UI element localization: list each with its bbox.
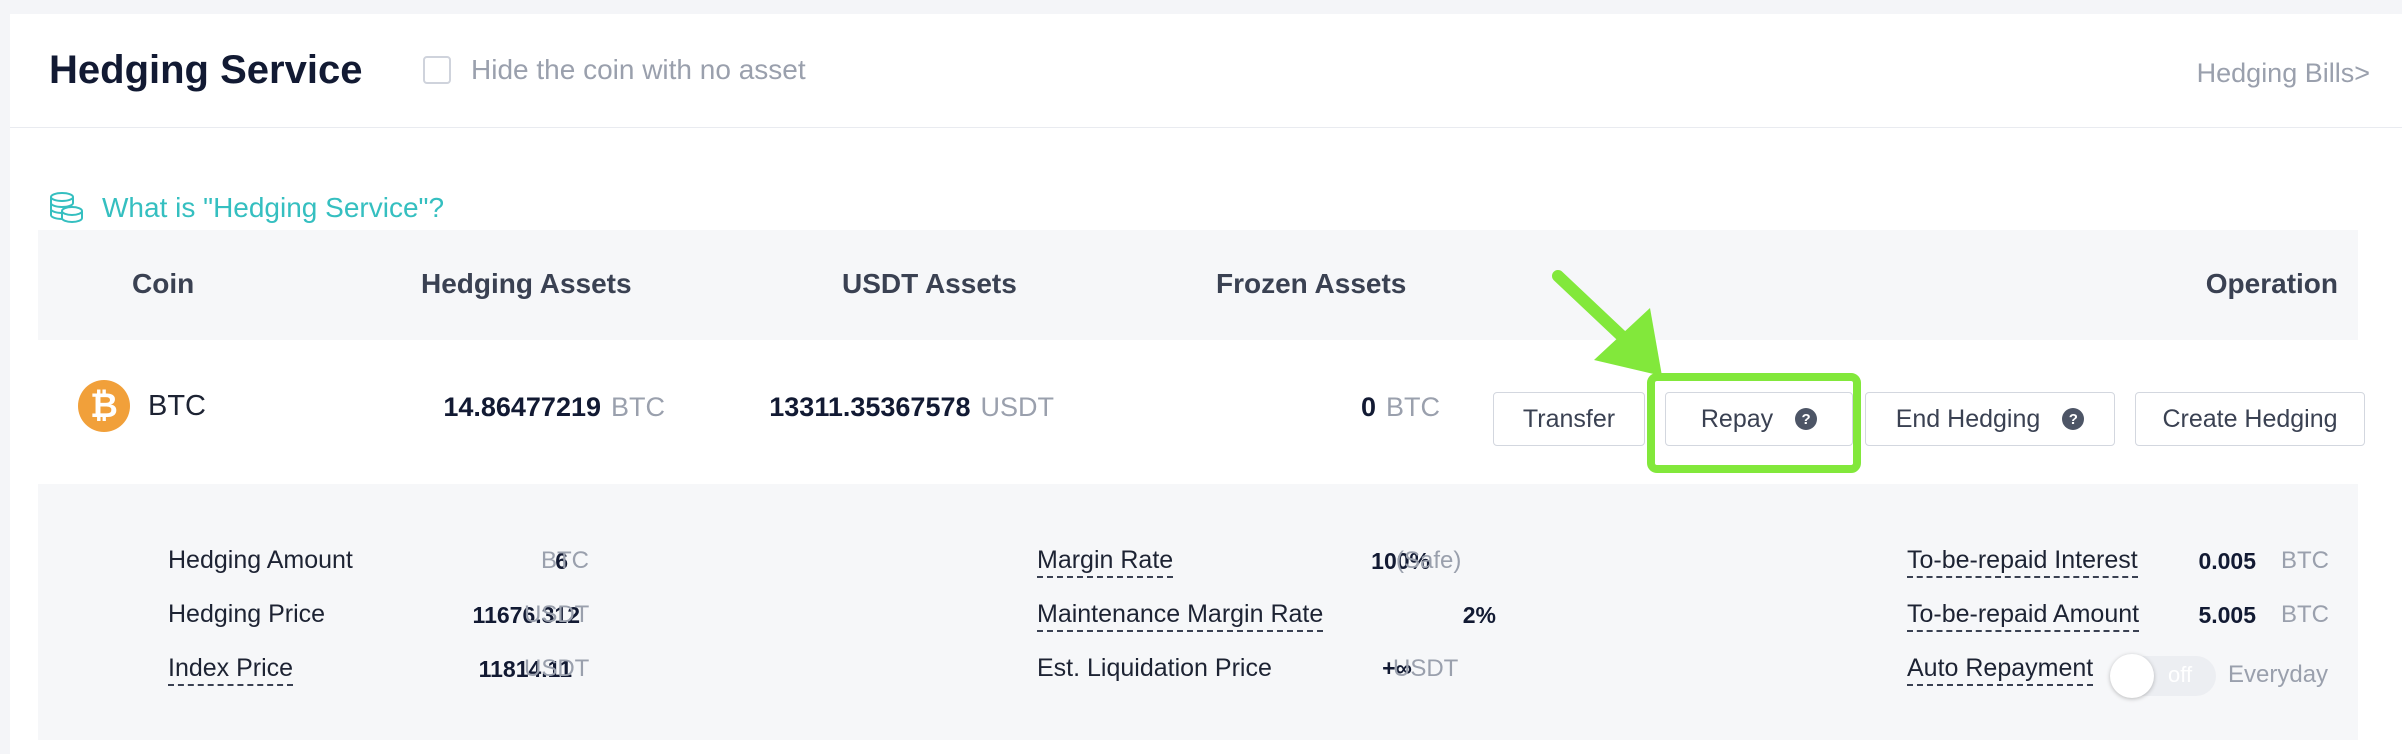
bitcoin-icon: ₿ bbox=[78, 380, 130, 432]
hedging-price-label: Hedging Price bbox=[168, 600, 326, 628]
auto-repayment-label[interactable]: Auto Repayment bbox=[1907, 654, 2094, 686]
hedging-assets-cell: 14.86477219 BTC bbox=[443, 392, 665, 423]
index-price-unit: USDT bbox=[524, 655, 590, 682]
end-hedging-button[interactable]: End Hedging ? bbox=[1865, 392, 2115, 446]
frozen-assets-unit: BTC bbox=[1386, 392, 1440, 422]
coins-stack-icon bbox=[50, 192, 83, 224]
est-liquidation-price-label: Est. Liquidation Price bbox=[1037, 654, 1272, 682]
hedging-bills-link[interactable]: Hedging Bills> bbox=[2197, 58, 2370, 89]
table-row: ₿ BTC 14.86477219 BTC 13311.35367578 USDT … bbox=[38, 340, 2365, 470]
to-be-repaid-amount-unit: BTC bbox=[2281, 601, 2329, 628]
frozen-assets-cell: 0 BTC bbox=[1361, 392, 1440, 423]
to-be-repaid-interest-label[interactable]: To-be-repaid Interest bbox=[1907, 546, 2138, 578]
to-be-repaid-interest-value: 0.005 bbox=[2198, 548, 2256, 574]
page-header: Hedging Service Hide the coin with no as… bbox=[10, 14, 2402, 128]
to-be-repaid-interest-unit: BTC bbox=[2281, 547, 2329, 574]
hedging-assets-unit: BTC bbox=[611, 392, 665, 422]
to-be-repaid-amount-label[interactable]: To-be-repaid Amount bbox=[1907, 600, 2140, 632]
toggle-state-text: off bbox=[2168, 662, 2193, 687]
maintenance-margin-rate-value: 2% bbox=[1462, 602, 1496, 628]
hide-empty-coins-toggle[interactable]: Hide the coin with no asset bbox=[423, 54, 806, 86]
what-is-hedging-link[interactable]: What is "Hedging Service"? bbox=[48, 190, 444, 226]
auto-repayment-toggle[interactable]: off bbox=[2110, 654, 2216, 698]
usdt-assets-value: 13311.35367578 bbox=[769, 392, 971, 422]
transfer-button[interactable]: Transfer bbox=[1493, 392, 1645, 446]
coin-name: BTC bbox=[148, 390, 206, 422]
col-coin: Coin bbox=[132, 268, 195, 299]
col-usdt-assets: USDT Assets bbox=[842, 268, 1017, 299]
col-frozen-assets: Frozen Assets bbox=[1216, 268, 1407, 299]
hedging-details-panel: Hedging Amount 6 BTC Hedging Price 11676… bbox=[38, 484, 2358, 740]
hedging-amount-label: Hedging Amount bbox=[168, 546, 353, 574]
col-operation: Operation bbox=[2205, 268, 2338, 299]
end-hedging-help-icon[interactable]: ? bbox=[2062, 408, 2085, 430]
what-is-hedging-text: What is "Hedging Service"? bbox=[102, 192, 445, 223]
create-hedging-button[interactable]: Create Hedging bbox=[2135, 392, 2365, 446]
table-header: Coin Hedging Assets USDT Assets Frozen A… bbox=[38, 230, 2358, 340]
hide-empty-label: Hide the coin with no asset bbox=[471, 54, 806, 85]
page-title: Hedging Service bbox=[49, 48, 363, 92]
frozen-assets-value: 0 bbox=[1360, 392, 1376, 422]
auto-repayment-frequency: Everyday bbox=[2228, 661, 2329, 688]
hedging-assets-value: 14.86477219 bbox=[443, 392, 601, 422]
repay-highlight-box bbox=[1647, 373, 1861, 473]
hide-empty-checkbox[interactable] bbox=[423, 56, 451, 84]
usdt-assets-unit: USDT bbox=[980, 392, 1055, 422]
hedging-amount-unit: BTC bbox=[541, 547, 589, 574]
pointer-arrow-icon bbox=[1552, 270, 1662, 376]
index-price-label[interactable]: Index Price bbox=[168, 654, 294, 686]
est-liquidation-price-unit: USDT bbox=[1393, 655, 1459, 682]
margin-rate-label[interactable]: Margin Rate bbox=[1037, 546, 1174, 578]
toggle-knob bbox=[2110, 654, 2154, 698]
margin-rate-status: (Safe) bbox=[1396, 547, 1462, 574]
usdt-assets-cell: 13311.35367578 USDT bbox=[769, 392, 1054, 423]
hedging-price-unit: USDT bbox=[524, 601, 590, 628]
maintenance-margin-rate-label[interactable]: Maintenance Margin Rate bbox=[1037, 600, 1324, 632]
to-be-repaid-amount-value: 5.005 bbox=[2198, 602, 2256, 628]
end-hedging-label: End Hedging bbox=[1895, 404, 2041, 433]
col-hedging-assets: Hedging Assets bbox=[421, 268, 632, 299]
